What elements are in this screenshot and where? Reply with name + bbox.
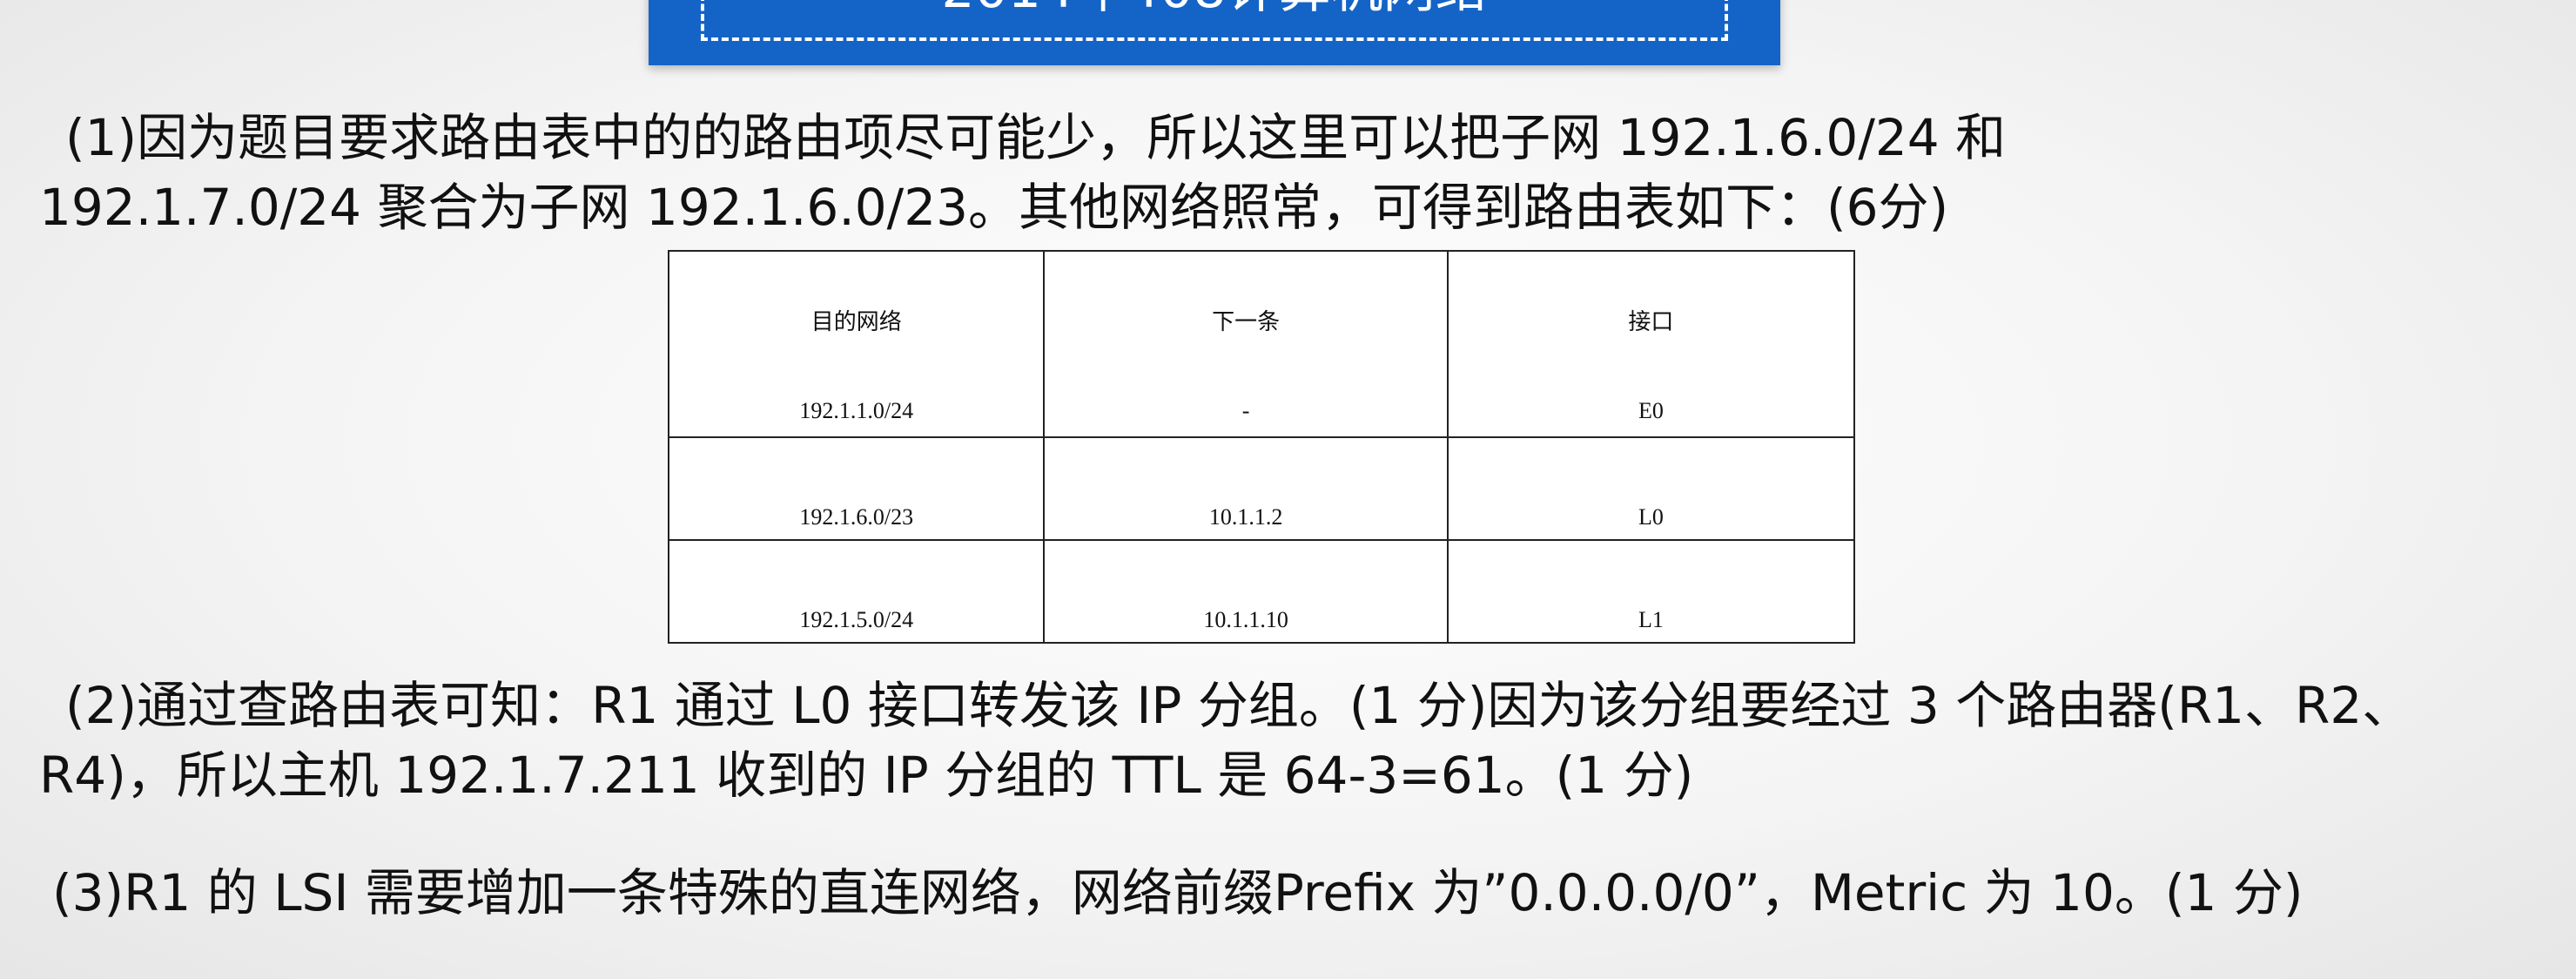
table-cell: 下一条 - bbox=[1043, 250, 1449, 438]
answer-2-line-2: R4)，所以主机 192.1.7.211 收到的 IP 分组的 TTL 是 64… bbox=[39, 746, 1694, 805]
answer-1-line-1: (1)因为题目要求路由表中的的路由项尽可能少，所以这里可以把子网 192.1.6… bbox=[65, 108, 2007, 167]
title-frame: 2014年408计算机网络 bbox=[701, 0, 1728, 41]
column-header-interface: 接口 bbox=[1628, 309, 1674, 334]
table-row: 目的网络 192.1.1.0/24 下一条 - 接口 E0 bbox=[667, 250, 1856, 438]
table-cell: 目的网络 192.1.1.0/24 bbox=[667, 250, 1046, 438]
answer-2-paragraph: (2)通过查路由表可知：R1 通过 L0 接口转发该 IP 分组。(1 分)因为… bbox=[39, 671, 2412, 810]
cell-interface-2: L0 bbox=[1446, 436, 1856, 541]
column-header-destination: 目的网络 bbox=[810, 309, 902, 334]
answer-1-paragraph: (1)因为题目要求路由表中的的路由项尽可能少，所以这里可以把子网 192.1.6… bbox=[39, 103, 2006, 242]
table-cell: 接口 E0 bbox=[1446, 250, 1856, 438]
cell-destination-1: 192.1.1.0/24 bbox=[799, 398, 914, 423]
table-row: 192.1.5.0/24 10.1.1.10 L1 bbox=[667, 539, 1856, 644]
cell-next-hop-1: - bbox=[1241, 398, 1250, 423]
column-header-next-hop: 下一条 bbox=[1212, 309, 1281, 334]
cell-interface-1: E0 bbox=[1638, 398, 1664, 423]
title-banner: 2014年408计算机网络 bbox=[649, 0, 1780, 65]
answer-2-line-1: (2)通过查路由表可知：R1 通过 L0 接口转发该 IP 分组。(1 分)因为… bbox=[65, 676, 2413, 735]
cell-destination-2: 192.1.6.0/23 bbox=[667, 436, 1046, 541]
answer-3-paragraph: (3)R1 的 LSI 需要增加一条特殊的直连网络，网络前缀Prefix 为”0… bbox=[52, 858, 2303, 928]
answer-3-line-1: (3)R1 的 LSI 需要增加一条特殊的直连网络，网络前缀Prefix 为”0… bbox=[52, 863, 2304, 922]
cell-next-hop-2: 10.1.1.2 bbox=[1043, 436, 1449, 541]
cell-next-hop-3: 10.1.1.10 bbox=[1043, 539, 1449, 644]
answer-1-line-2: 192.1.7.0/24 聚合为子网 192.1.6.0/23。其他网络照常，可… bbox=[39, 178, 1949, 237]
routing-table: 目的网络 192.1.1.0/24 下一条 - 接口 E0 192.1.6.0/… bbox=[667, 250, 1856, 644]
page-title: 2014年408计算机网络 bbox=[704, 0, 1725, 16]
table-row: 192.1.6.0/23 10.1.1.2 L0 bbox=[667, 436, 1856, 541]
cell-interface-3: L1 bbox=[1446, 539, 1856, 644]
cell-destination-3: 192.1.5.0/24 bbox=[667, 539, 1046, 644]
